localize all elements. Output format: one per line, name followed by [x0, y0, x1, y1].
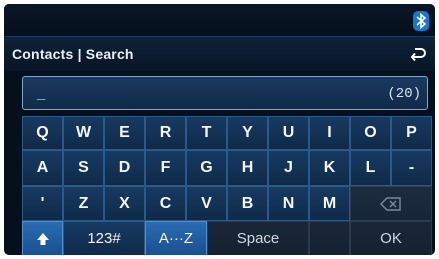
key-r[interactable]: R	[145, 116, 186, 150]
key-a[interactable]: A	[22, 150, 63, 186]
back-arrow-icon	[410, 48, 426, 61]
key-d[interactable]: D	[104, 150, 145, 186]
char-count: (20)	[387, 86, 421, 102]
alpha-mode-button[interactable]: A···Z	[145, 221, 207, 255]
key-t[interactable]: T	[186, 116, 227, 150]
key-u[interactable]: U	[268, 116, 309, 150]
key-v[interactable]: V	[186, 186, 227, 221]
key-q[interactable]: Q	[22, 116, 63, 150]
key-b[interactable]: B	[227, 186, 268, 221]
search-input[interactable]: _ (20)	[22, 76, 428, 110]
key-h[interactable]: H	[227, 150, 268, 186]
key-f[interactable]: F	[145, 150, 186, 186]
key-s[interactable]: S	[63, 150, 104, 186]
key-i[interactable]: I	[309, 116, 350, 150]
key-l[interactable]: L	[350, 150, 391, 186]
backspace-button[interactable]	[350, 186, 432, 221]
key-hyphen[interactable]: -	[391, 150, 432, 186]
key-c[interactable]: C	[145, 186, 186, 221]
blank-key	[309, 221, 350, 255]
numeric-mode-button[interactable]: 123#	[63, 221, 145, 255]
header-bar: Contacts | Search	[4, 36, 435, 71]
key-x[interactable]: X	[104, 186, 145, 221]
key-n[interactable]: N	[268, 186, 309, 221]
ok-button[interactable]: OK	[350, 221, 432, 255]
status-bar	[4, 4, 435, 36]
screen: Contacts | Search _ (20) Q W E R T Y U I…	[4, 4, 435, 255]
page-title: Contacts | Search	[12, 46, 134, 62]
shift-arrow-icon	[36, 232, 49, 245]
key-k[interactable]: K	[309, 150, 350, 186]
shift-button[interactable]	[22, 221, 63, 255]
key-j[interactable]: J	[268, 150, 309, 186]
key-y[interactable]: Y	[227, 116, 268, 150]
key-p[interactable]: P	[391, 116, 432, 150]
bluetooth-icon	[413, 11, 429, 31]
back-button[interactable]	[401, 37, 435, 71]
key-o[interactable]: O	[350, 116, 391, 150]
key-g[interactable]: G	[186, 150, 227, 186]
space-button[interactable]: Space	[207, 221, 309, 255]
on-screen-keyboard: Q W E R T Y U I O P A S D F G H J K L - …	[22, 116, 432, 255]
key-w[interactable]: W	[63, 116, 104, 150]
key-e[interactable]: E	[104, 116, 145, 150]
search-input-value: _	[37, 85, 46, 102]
key-m[interactable]: M	[309, 186, 350, 221]
key-z[interactable]: Z	[63, 186, 104, 221]
backspace-icon	[380, 196, 401, 211]
key-apostrophe[interactable]: '	[22, 186, 63, 221]
